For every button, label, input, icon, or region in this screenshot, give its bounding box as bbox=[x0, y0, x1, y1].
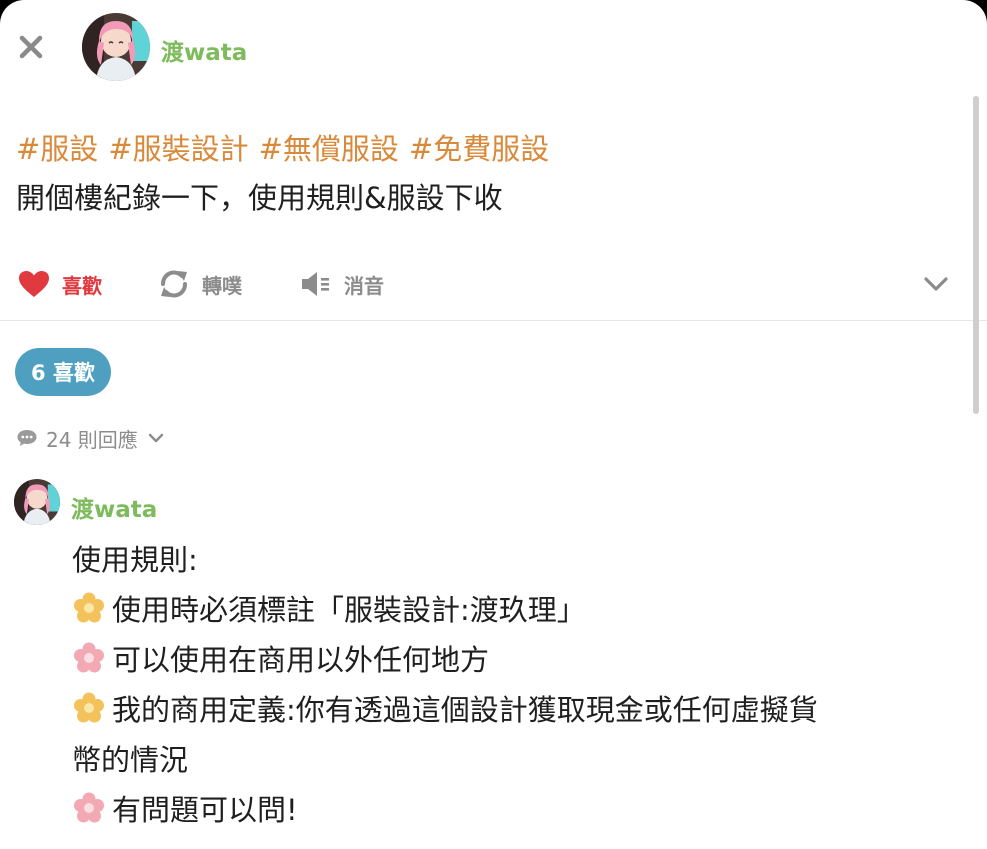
comment-line: 使用規則: bbox=[72, 537, 198, 579]
like-button[interactable]: 喜歡 bbox=[18, 266, 102, 302]
hashtag-link[interactable]: #免費服設 bbox=[409, 132, 549, 166]
comment-line-text: 幣的情況 bbox=[72, 743, 189, 777]
scrollbar-thumb[interactable] bbox=[973, 96, 979, 414]
likes-count-pill[interactable]: 6 喜歡 bbox=[15, 348, 111, 396]
comment-line: 有問題可以問! bbox=[72, 787, 298, 829]
yellow-flower-icon bbox=[74, 592, 104, 623]
replies-toggle[interactable]: 24 則回應 bbox=[16, 424, 164, 452]
post-menu-toggle[interactable] bbox=[920, 270, 952, 298]
plurk-post-sheet: 渡wata #服設 #服裝設計 #無償服設 #免費服設 開個樓紀錄一下，使用規則&服設… bbox=[0, 0, 987, 849]
chevron-down-icon bbox=[924, 277, 948, 291]
comment-line-text: 使用規則: bbox=[72, 543, 198, 577]
hashtag-link[interactable]: #服裝設計 bbox=[108, 132, 248, 166]
yellow-flower-icon bbox=[74, 692, 104, 723]
close-button[interactable] bbox=[14, 30, 48, 64]
author-avatar[interactable] bbox=[82, 13, 150, 81]
comment-line: 可以使用在商用以外任何地方 bbox=[72, 637, 489, 679]
post-text: 開個樓紀錄一下，使用規則&服設下收 bbox=[16, 181, 503, 215]
comment-line-text: 可以使用在商用以外任何地方 bbox=[112, 643, 490, 677]
mute-label: 消音 bbox=[344, 273, 384, 298]
close-icon bbox=[19, 35, 43, 59]
comment-line-text: 使用時必須標註「服裝設計:渡玖理」 bbox=[112, 593, 586, 627]
comment-line-text: 我的商用定義:你有透過這個設計獲取現金或任何虛擬貨 bbox=[112, 693, 818, 727]
chevron-down-icon bbox=[148, 433, 164, 442]
pink-flower-icon bbox=[74, 642, 104, 673]
repost-button[interactable]: 轉噗 bbox=[158, 266, 242, 302]
section-divider bbox=[0, 320, 987, 321]
repost-icon bbox=[161, 270, 187, 298]
mute-button[interactable]: 消音 bbox=[300, 266, 384, 302]
comment-line: 我的商用定義:你有透過這個設計獲取現金或任何虛擬貨 bbox=[72, 687, 818, 729]
comment-bubble-icon bbox=[17, 430, 37, 446]
comment-author-avatar[interactable] bbox=[14, 479, 60, 525]
speaker-mute-icon bbox=[302, 272, 329, 296]
repost-label: 轉噗 bbox=[202, 273, 242, 298]
heart-icon bbox=[19, 271, 49, 297]
hashtag-row: #服設 #服裝設計 #無償服設 #免費服設 bbox=[16, 126, 559, 168]
hashtag-link[interactable]: #服設 bbox=[16, 132, 98, 166]
comment-line-text: 有問題可以問! bbox=[112, 793, 298, 827]
author-name[interactable]: 渡wata bbox=[161, 33, 247, 67]
comment-author-name[interactable]: 渡wata bbox=[71, 490, 157, 524]
hashtag-link[interactable]: #無償服設 bbox=[259, 132, 399, 166]
comment-line: 幣的情況 bbox=[72, 737, 188, 779]
comment-line: 使用時必須標註「服裝設計:渡玖理」 bbox=[72, 587, 586, 629]
pink-flower-icon bbox=[74, 792, 104, 823]
replies-count-label: 24 則回應 bbox=[46, 427, 138, 452]
like-label: 喜歡 bbox=[62, 273, 102, 298]
